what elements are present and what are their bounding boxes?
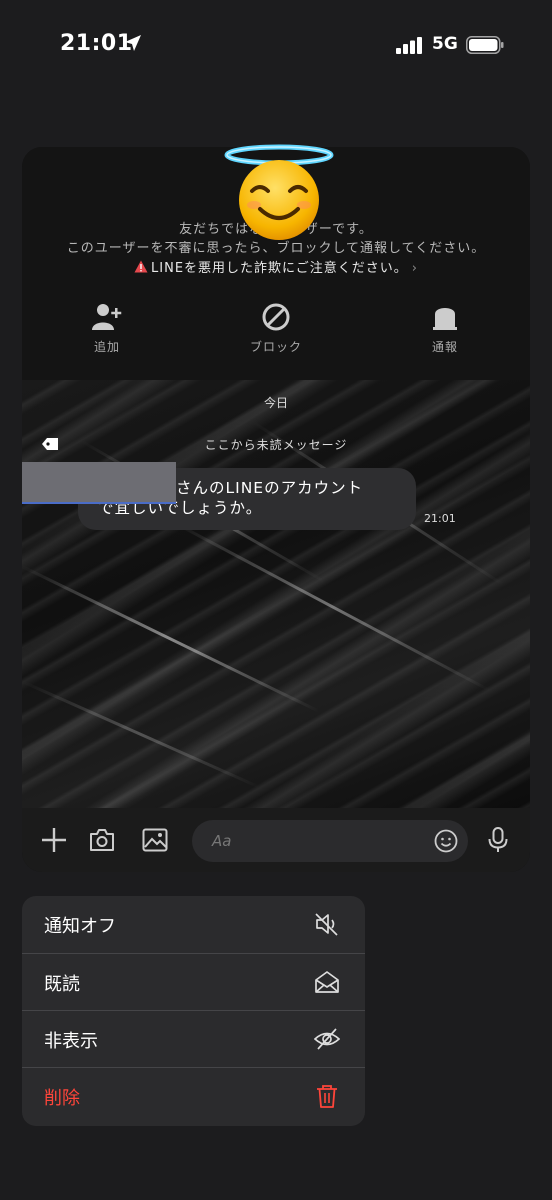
status-bar: 21:01 5G (0, 0, 552, 90)
background-streak (22, 565, 320, 713)
date-divider: 今日 (263, 396, 288, 410)
add-friend-label: 追加 (93, 340, 120, 354)
message-input-bar: Aa (22, 808, 530, 872)
image-icon[interactable] (141, 826, 169, 854)
menu-item-delete[interactable]: 削除 (22, 1067, 365, 1125)
message-input-placeholder: Aa (212, 832, 232, 850)
emoji-icon[interactable] (434, 829, 458, 853)
menu-item-label: 非表示 (44, 1031, 98, 1052)
add-friend-icon (92, 304, 122, 330)
chat-preview-card[interactable]: 友だちではないユーザーです。 このユーザーを不審に思ったら、ブロックして通報して… (22, 147, 530, 872)
eye-slash-icon (314, 1028, 340, 1050)
battery-icon (466, 36, 504, 54)
contact-actions: 追加 ブロック 通報 (22, 302, 530, 362)
open-envelope-icon (315, 971, 339, 993)
status-time: 21:01 (60, 31, 133, 56)
message-input[interactable]: Aa (192, 820, 468, 862)
camera-icon[interactable] (88, 826, 116, 854)
menu-item-hide[interactable]: 非表示 (22, 1010, 365, 1068)
block-button[interactable]: ブロック (231, 302, 321, 355)
menu-item-mark-read[interactable]: 既読 (22, 953, 365, 1011)
network-type: 5G (432, 34, 458, 54)
menu-item-label: 既読 (44, 974, 80, 995)
microphone-icon[interactable] (484, 826, 512, 854)
unread-divider: ここから未読メッセージ (204, 438, 348, 452)
menu-item-label: 通知オフ (44, 916, 116, 937)
block-label: ブロック (249, 340, 302, 354)
redaction-block (22, 462, 176, 504)
report-button[interactable]: 通報 (400, 302, 490, 355)
context-menu: 通知オフ 既読 非表示 削除 (22, 896, 365, 1126)
message-time: 21:01 (424, 512, 456, 525)
report-icon (433, 308, 457, 330)
fraud-warning-link[interactable]: LINEを悪用した詐欺にご注意ください。 › (22, 257, 530, 276)
report-label: 通報 (431, 340, 458, 354)
chevron-right-icon: › (411, 261, 418, 276)
trash-icon (317, 1085, 337, 1108)
fraud-warning-text: LINEを悪用した詐欺にご注意ください。 (151, 261, 408, 276)
plus-icon[interactable] (40, 826, 68, 854)
location-arrow-icon (125, 35, 141, 51)
chat-area[interactable]: 今日 ここから未読メッセージ さんのLINEのアカウント で宜しいでしょうか。 … (22, 380, 530, 808)
block-icon (262, 303, 290, 331)
warning-icon (134, 260, 148, 273)
halo-emoji-avatar (224, 144, 334, 240)
speaker-mute-icon (315, 913, 338, 936)
menu-item-label: 削除 (44, 1088, 80, 1109)
add-friend-button[interactable]: 追加 (62, 302, 152, 355)
menu-item-mute[interactable]: 通知オフ (22, 896, 365, 953)
signal-icon (396, 37, 422, 54)
background-streak (22, 680, 261, 789)
